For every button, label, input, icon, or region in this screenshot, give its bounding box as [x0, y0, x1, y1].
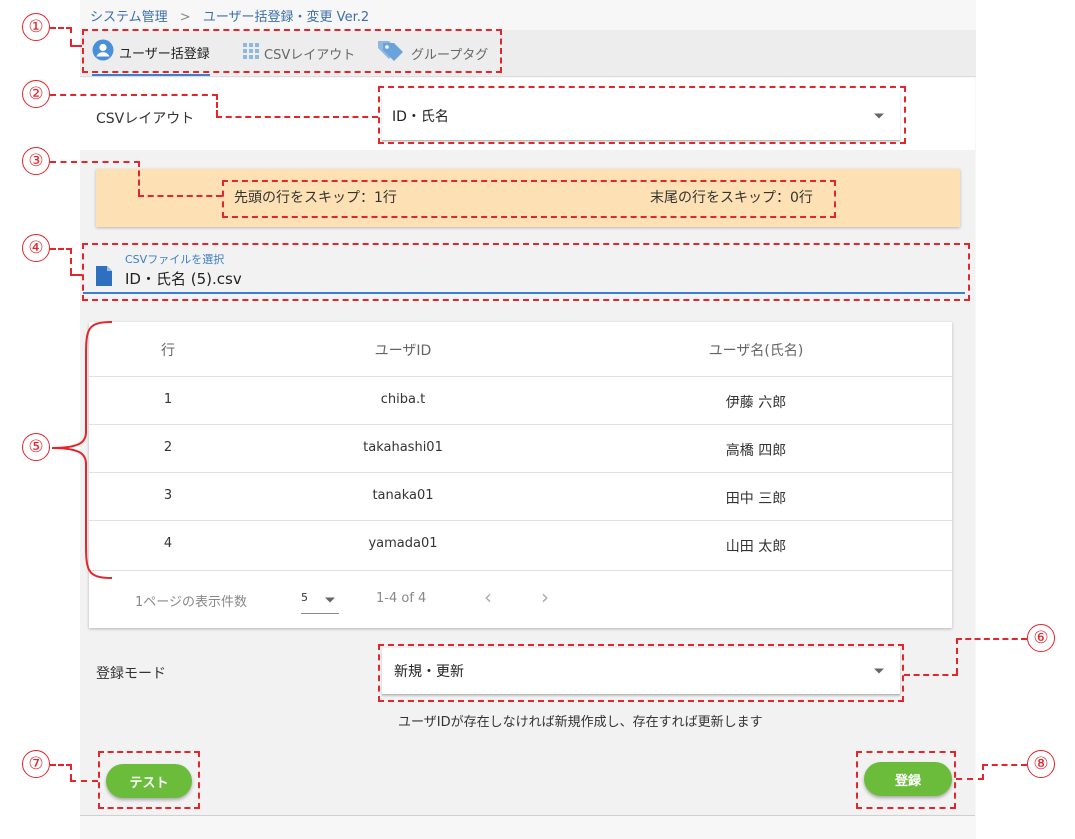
leader-line-1: [70, 27, 72, 45]
next-page-icon[interactable]: ›: [541, 585, 549, 609]
leader-line-2: [216, 94, 218, 116]
column-header-user-name: ユーザ名(氏名): [708, 343, 804, 359]
table-row: 2 takahashi01 高橋 四郎: [89, 424, 952, 473]
rows-per-page-label: 1ページの表示件数: [135, 595, 248, 610]
rows-per-page-value: 5: [301, 591, 308, 604]
prev-page-icon[interactable]: ‹: [484, 585, 492, 609]
leader-line-3: [138, 195, 222, 197]
chevron-down-icon: [325, 597, 335, 603]
leader-line-4: [70, 274, 82, 276]
cell-user-id: chiba.t: [380, 392, 426, 407]
callout-number-7: ⑦: [22, 750, 50, 778]
csv-layout-label: CSVレイアウト: [96, 111, 195, 127]
callout-box-7: [98, 751, 200, 809]
callout-number-3: ③: [22, 147, 50, 175]
leader-line-8: [956, 778, 984, 780]
table-row: 3 tanaka01 田中 三郎: [89, 472, 952, 521]
table-pagination: 1ページの表示件数 5 1-4 of 4 ‹ ›: [89, 570, 952, 629]
callout-box-8: [856, 751, 956, 809]
cell-row-number: 3: [163, 488, 173, 503]
leader-line-8: [982, 764, 1027, 766]
breadcrumb-separator: >: [179, 10, 191, 25]
leader-line-1: [50, 27, 72, 29]
column-header-user-id: ユーザID: [374, 343, 432, 359]
cell-row-number: 2: [163, 440, 173, 455]
leader-line-6: [904, 674, 958, 676]
cell-user-name: 山田 太郎: [725, 539, 787, 555]
preview-table: 行 ユーザID ユーザ名(氏名) 1 chiba.t 伊藤 六郎 2 takah…: [89, 322, 952, 628]
column-header-row: 行: [161, 343, 175, 359]
table-row: 1 chiba.t 伊藤 六郎: [89, 376, 952, 425]
leader-line-7: [70, 780, 98, 782]
leader-line-4: [50, 248, 72, 250]
leader-line-4: [70, 248, 72, 274]
callout-box-6: [378, 644, 904, 702]
leader-line-6: [956, 638, 958, 674]
callout-box-4: [82, 243, 970, 301]
table-row: 4 yamada01 山田 太郎: [89, 520, 952, 569]
leader-line-3: [50, 161, 140, 163]
cell-row-number: 4: [163, 536, 173, 551]
cell-user-name: 田中 三郎: [725, 491, 787, 507]
callout-box-3: [222, 180, 836, 218]
cell-user-name: 伊藤 六郎: [725, 395, 787, 411]
mode-label: 登録モード: [96, 666, 166, 682]
callout-box-1: [82, 29, 502, 73]
breadcrumb: システム管理 > ユーザー括登録・変更 Ver.2: [90, 6, 369, 25]
cell-user-id: yamada01: [368, 536, 438, 551]
callout-number-8: ⑧: [1027, 750, 1055, 778]
leader-line-3: [138, 161, 140, 195]
callout-brace-5: [51, 321, 113, 579]
cell-user-id: takahashi01: [363, 440, 443, 455]
cell-row-number: 1: [163, 392, 173, 407]
breadcrumb-root[interactable]: システム管理: [90, 10, 168, 25]
callout-box-2: [378, 86, 906, 144]
leader-line-1: [70, 45, 82, 47]
breadcrumb-current: ユーザー括登録・変更 Ver.2: [202, 10, 370, 25]
leader-line-7: [70, 764, 72, 780]
mode-hint: ユーザIDが存在しなければ新規作成し、存在すれば更新します: [398, 715, 763, 730]
callout-number-2: ②: [22, 80, 50, 108]
cell-user-id: tanaka01: [372, 488, 434, 503]
leader-line-2: [50, 94, 218, 96]
callout-number-4: ④: [22, 234, 50, 262]
leader-line-6: [956, 638, 1027, 640]
leader-line-8: [982, 764, 984, 780]
callout-number-5: ⑤: [22, 433, 50, 461]
callout-number-1: ①: [22, 13, 50, 41]
page-range: 1-4 of 4: [376, 591, 427, 606]
leader-line-2: [216, 116, 378, 118]
rows-per-page-select[interactable]: 5: [301, 587, 339, 614]
cell-user-name: 高橋 四郎: [725, 443, 787, 459]
callout-number-6: ⑥: [1027, 624, 1055, 652]
leader-line-7: [50, 764, 72, 766]
